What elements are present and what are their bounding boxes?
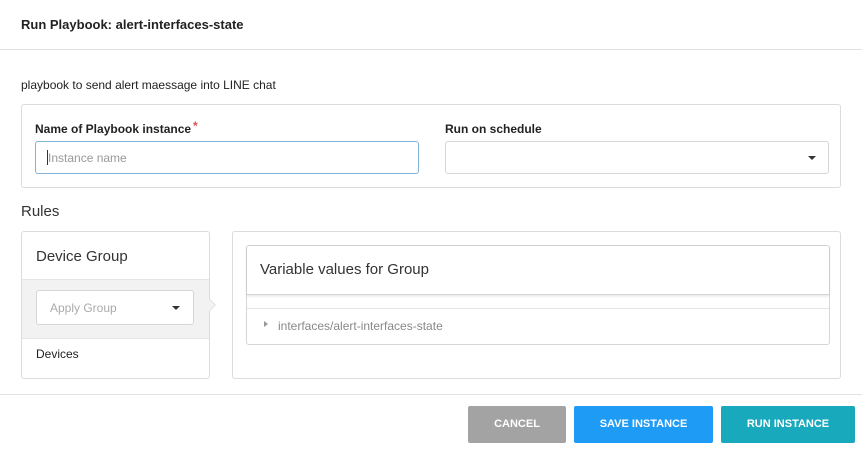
device-group-selected-row: Apply Group [22, 279, 209, 339]
caret-right-icon[interactable] [264, 321, 268, 327]
cancel-button[interactable]: CANCEL [468, 406, 566, 443]
device-group-panel: Device Group Apply Group Devices [21, 231, 210, 379]
variables-item-row[interactable]: interfaces/alert-interfaces-state [247, 308, 829, 344]
rules-heading: Rules [21, 203, 60, 220]
chevron-down-icon [808, 156, 816, 160]
required-mark: * [193, 119, 198, 133]
save-instance-button[interactable]: SAVE INSTANCE [574, 406, 713, 443]
instance-name-label: Name of Playbook instance * [35, 119, 198, 136]
variables-header: Variable values for Group [247, 246, 829, 295]
arrow-right-icon-fill [209, 299, 215, 311]
apply-group-select[interactable]: Apply Group [36, 290, 194, 325]
variables-box: Variable values for Group interfaces/ale… [246, 245, 830, 345]
modal-header: Run Playbook: alert-interfaces-state [0, 0, 862, 50]
instance-name-input[interactable] [35, 141, 419, 174]
device-group-title: Device Group [36, 248, 128, 265]
playbook-description: playbook to send alert maessage into LIN… [21, 78, 276, 92]
chevron-down-icon [172, 306, 180, 310]
variables-item-label: interfaces/alert-interfaces-state [278, 319, 443, 333]
modal-title: Run Playbook: alert-interfaces-state [21, 17, 244, 32]
instance-form-card: Name of Playbook instance* Run on schedu… [21, 104, 841, 188]
schedule-select[interactable] [445, 141, 829, 174]
schedule-label: Run on schedule [445, 122, 542, 136]
text-cursor [47, 150, 48, 165]
variables-title: Variable values for Group [260, 261, 429, 278]
devices-item[interactable]: Devices [36, 347, 79, 361]
run-instance-button[interactable]: RUN INSTANCE [721, 406, 855, 443]
instance-name-label-text: Name of Playbook instance [35, 122, 192, 136]
apply-group-placeholder: Apply Group [50, 301, 117, 315]
footer-divider [0, 394, 862, 395]
variables-panel: Variable values for Group interfaces/ale… [232, 231, 841, 379]
